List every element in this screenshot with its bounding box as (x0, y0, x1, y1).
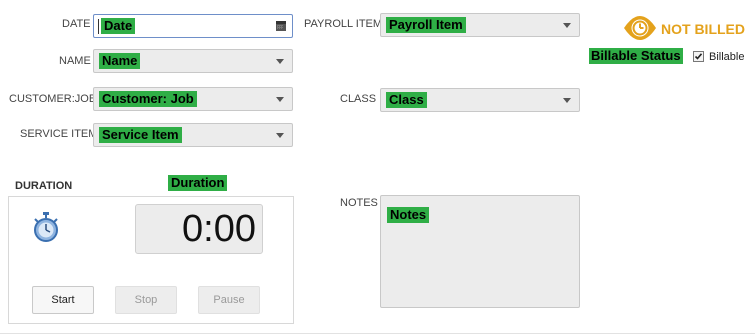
pause-button[interactable]: Pause (198, 286, 260, 314)
bottom-divider (0, 333, 755, 334)
chevron-down-icon[interactable] (563, 98, 571, 103)
customer-job-select[interactable]: Customer: Job (93, 87, 293, 111)
payroll-item-value: Payroll Item (386, 17, 466, 33)
chevron-down-icon[interactable] (563, 23, 571, 28)
customer-job-value: Customer: Job (99, 91, 197, 107)
calendar-icon[interactable] (276, 21, 286, 31)
chevron-down-icon[interactable] (276, 97, 284, 102)
notes-label: NOTES (340, 197, 378, 209)
class-select[interactable]: Class (380, 88, 580, 112)
date-value: Date (101, 18, 136, 34)
name-value: Name (99, 53, 141, 69)
customer-job-label: CUSTOMER:JOB (9, 93, 97, 105)
checkmark-icon (694, 53, 703, 60)
date-label: DATE (62, 18, 91, 30)
notes-value: Notes (387, 207, 430, 223)
start-button[interactable]: Start (32, 286, 94, 314)
stop-button-label: Stop (134, 294, 158, 306)
name-label: NAME (59, 55, 91, 67)
billable-status-label: Billable Status (589, 48, 683, 64)
start-button-label: Start (51, 294, 75, 306)
class-value: Class (386, 92, 427, 108)
chevron-down-icon[interactable] (276, 59, 284, 64)
service-item-value: Service Item (99, 127, 182, 143)
class-label: CLASS (340, 93, 377, 105)
pause-button-label: Pause (213, 294, 245, 306)
chevron-down-icon[interactable] (276, 133, 284, 138)
notes-textarea[interactable]: Notes (380, 195, 580, 308)
name-select[interactable]: Name (93, 49, 293, 73)
text-cursor (98, 19, 99, 34)
payroll-item-select[interactable]: Payroll Item (380, 13, 580, 37)
stop-button[interactable]: Stop (115, 286, 177, 314)
duration-label: DURATION (15, 180, 73, 192)
duration-display: 0:00 (135, 204, 263, 254)
payroll-item-label: PAYROLL ITEM (304, 18, 383, 30)
billable-checkbox[interactable] (693, 51, 704, 62)
service-item-label: SERVICE ITEM (20, 128, 98, 140)
billing-status-text: NOT BILLED (661, 21, 745, 37)
date-field[interactable]: Date (93, 14, 293, 38)
not-billed-icon (624, 16, 656, 40)
duration-highlight: Duration (168, 175, 228, 191)
billable-checkbox-label[interactable]: Billable (709, 51, 744, 63)
stopwatch-icon (34, 212, 58, 242)
service-item-select[interactable]: Service Item (93, 123, 293, 147)
timer-panel: 0:00 Start Stop Pause (8, 196, 294, 324)
